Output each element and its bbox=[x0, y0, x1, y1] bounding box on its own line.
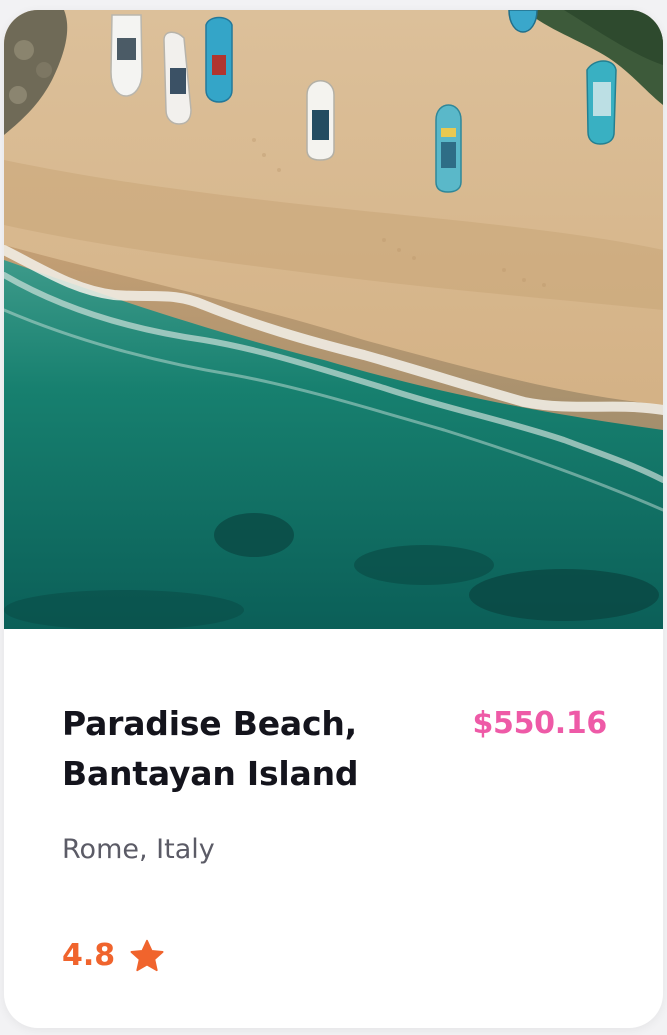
destination-title-line-1: Paradise Beach, bbox=[62, 704, 357, 743]
location-label: Rome, Italy bbox=[62, 834, 215, 865]
rating-value: 4.8 bbox=[62, 938, 116, 973]
aerial-beach-photo bbox=[4, 10, 663, 629]
card-info: Paradise Beach, Bantayan Island $550.16 … bbox=[4, 629, 663, 1028]
destination-card[interactable]: Paradise Beach, Bantayan Island $550.16 … bbox=[4, 10, 663, 1028]
destination-title-line-2: Bantayan Island bbox=[62, 754, 359, 793]
price-label: $550.16 bbox=[472, 706, 607, 741]
star-icon bbox=[130, 939, 164, 972]
destination-title: Paradise Beach, Bantayan Island bbox=[62, 699, 422, 799]
rating: 4.8 bbox=[62, 936, 165, 976]
